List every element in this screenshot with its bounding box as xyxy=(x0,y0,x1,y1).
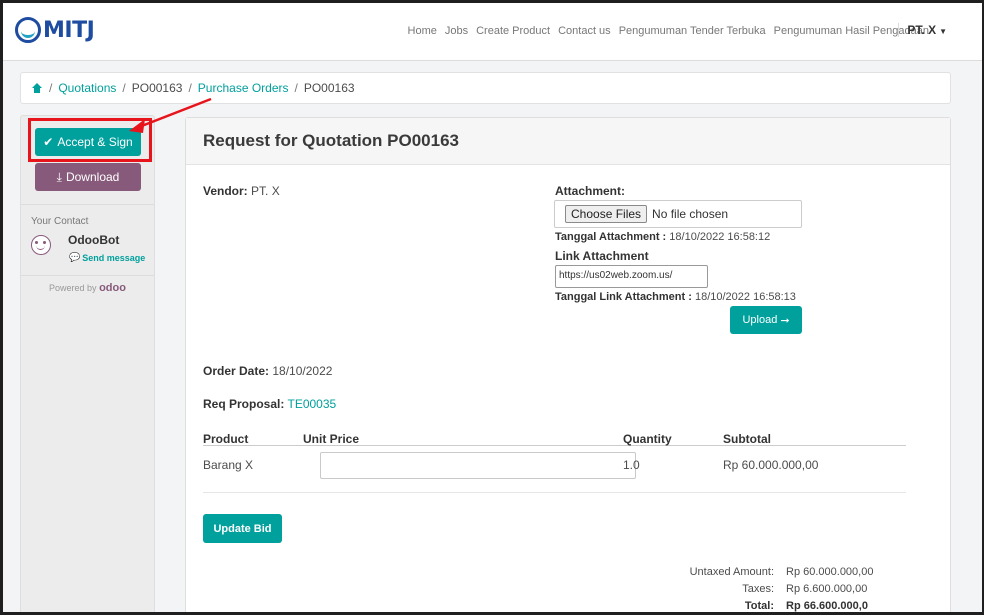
nav-home[interactable]: Home xyxy=(408,25,437,37)
accept-sign-label: Accept & Sign xyxy=(57,135,133,149)
untaxed-row: Untaxed Amount: Rp 60.000.000,00 xyxy=(689,566,874,578)
breadcrumb-purchase-orders[interactable]: Purchase Orders xyxy=(198,81,289,95)
logo[interactable]: MITJ xyxy=(15,13,95,47)
download-button[interactable]: ⤓ Download xyxy=(35,163,141,191)
req-proposal-link[interactable]: TE00035 xyxy=(287,397,336,411)
cell-quantity: 1.0 xyxy=(623,458,640,472)
totals: Untaxed Amount: Rp 60.000.000,00 Taxes: … xyxy=(666,566,906,612)
update-bid-button[interactable]: Update Bid xyxy=(203,514,282,543)
home-icon[interactable] xyxy=(31,83,43,93)
col-product: Product xyxy=(203,432,249,446)
breadcrumb-current: PO00163 xyxy=(303,81,355,95)
chat-icon: 💬 xyxy=(69,252,81,262)
tanggal-link-attachment: Tanggal Link Attachment : 18/10/2022 16:… xyxy=(555,291,796,303)
nav-pengumuman-tender[interactable]: Pengumuman Tender Terbuka xyxy=(619,25,766,37)
vendor-field: Vendor: PT. X xyxy=(203,184,280,198)
powered-by[interactable]: Powered by odoo xyxy=(21,282,154,294)
taxes-row: Taxes: Rp 6.600.000,00 xyxy=(742,583,868,595)
vendor-value: PT. X xyxy=(251,184,280,198)
logo-text: MITJ xyxy=(43,17,95,43)
odoo-logo: odoo xyxy=(99,282,126,294)
breadcrumb-quotations[interactable]: Quotations xyxy=(58,81,116,95)
cell-subtotal: Rp 60.000.000,00 xyxy=(723,458,819,472)
file-status: No file chosen xyxy=(652,207,729,221)
upload-button[interactable]: Upload ➞ xyxy=(730,306,802,334)
contact-name: OdooBot xyxy=(68,233,120,247)
check-icon: ✔ xyxy=(43,135,54,149)
avatar xyxy=(31,235,51,255)
navbar: MITJ Home Jobs Create Product Contact us… xyxy=(3,3,982,61)
col-unit-price: Unit Price xyxy=(303,432,360,446)
order-date: Order Date: 18/10/2022 xyxy=(203,364,333,378)
send-message-link[interactable]: 💬 Send message xyxy=(69,252,145,263)
arrow-right-icon: ➞ xyxy=(780,314,790,327)
link-attachment-input[interactable]: https://us02web.zoom.us/ xyxy=(555,265,708,288)
link-attachment-label: Link Attachment xyxy=(555,249,649,263)
nav-jobs[interactable]: Jobs xyxy=(445,25,468,37)
nav-contact-us[interactable]: Contact us xyxy=(558,25,611,37)
caret-down-icon: ▼ xyxy=(939,27,947,36)
download-icon: ⤓ xyxy=(56,169,62,184)
total-row: Total: Rp 66.600.000,0 xyxy=(744,600,868,612)
sidebar: ✔ Accept & Sign ⤓ Download Your Contact … xyxy=(20,115,155,612)
choose-files-button[interactable]: Choose Files xyxy=(565,205,648,223)
download-label: Download xyxy=(65,170,120,184)
unit-price-input[interactable] xyxy=(320,452,636,479)
nav-links: Home Jobs Create Product Contact us Peng… xyxy=(408,25,929,37)
table-row: Barang X 1.0 Rp 60.000.000,00 xyxy=(203,450,906,480)
user-name: PT. X xyxy=(907,23,937,37)
tanggal-attachment: Tanggal Attachment : 18/10/2022 16:58:12 xyxy=(555,231,771,243)
attachment-label: Attachment: xyxy=(555,184,626,198)
logo-icon xyxy=(15,17,41,43)
col-subtotal: Subtotal xyxy=(723,432,771,446)
user-menu[interactable]: PT. X ▼ xyxy=(898,23,947,37)
breadcrumb-po-quotation: PO00163 xyxy=(131,81,183,95)
file-input[interactable]: Choose Files No file chosen xyxy=(554,200,802,228)
page-title: Request for Quotation PO00163 xyxy=(186,118,950,165)
col-quantity: Quantity xyxy=(623,432,672,446)
table-header: Product Unit Price Quantity Subtotal xyxy=(203,432,906,446)
quotation-card: Request for Quotation PO00163 Vendor: PT… xyxy=(185,117,951,612)
nav-create-product[interactable]: Create Product xyxy=(476,25,550,37)
cell-product: Barang X xyxy=(203,458,254,472)
your-contact-label: Your Contact xyxy=(31,216,89,227)
browser-frame: MITJ Home Jobs Create Product Contact us… xyxy=(0,0,984,615)
req-proposal: Req Proposal: TE00035 xyxy=(203,397,337,411)
